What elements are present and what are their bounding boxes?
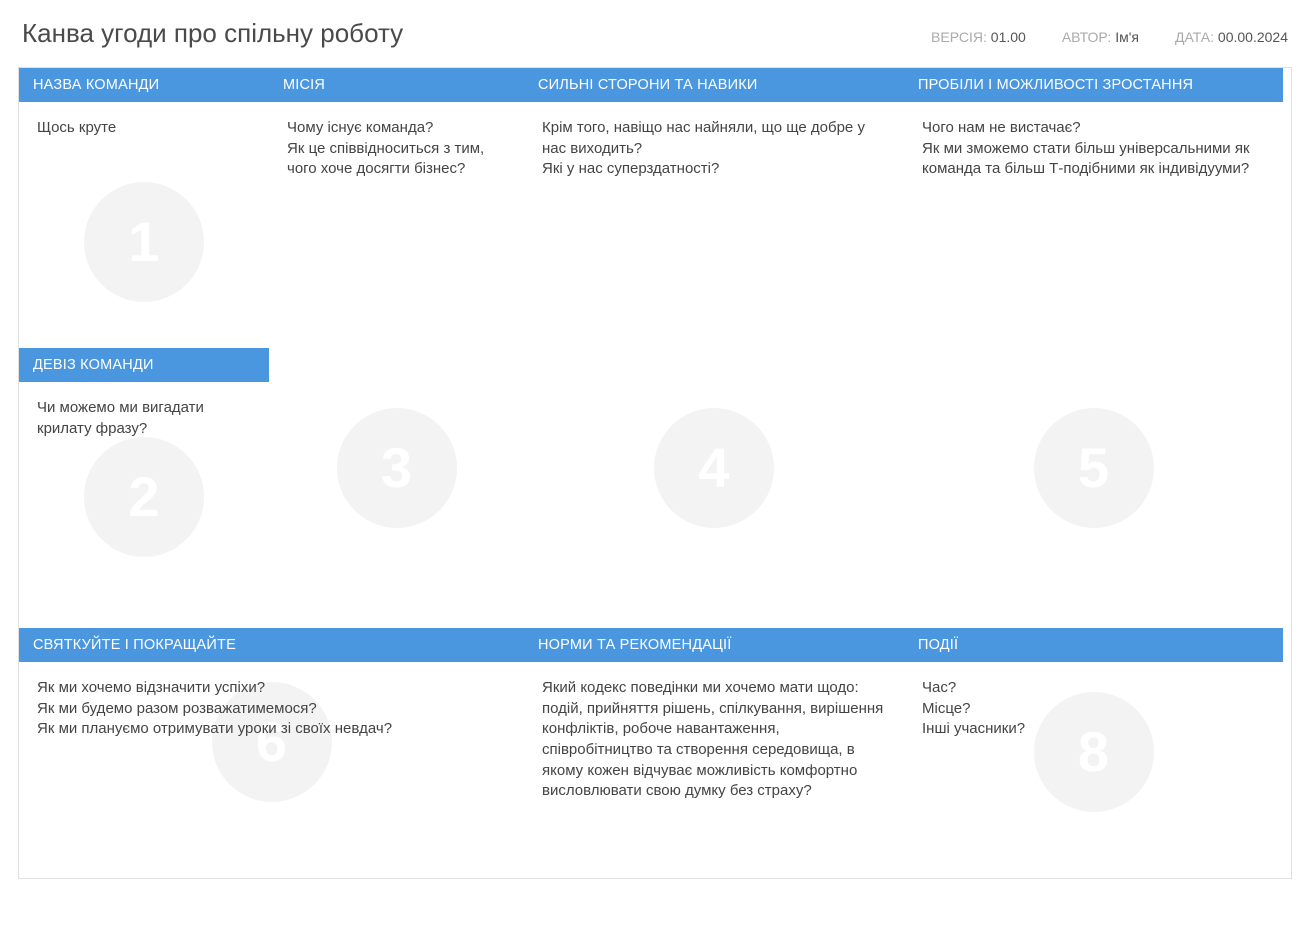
text-celebrate: Як ми хочемо відзначити успіхи? Як ми бу…	[37, 678, 506, 740]
cell-body-strengths: 4 Крім того, навіщо нас найняли, що ще д…	[524, 102, 904, 628]
cell-strengths: СИЛЬНІ СТОРОНИ ТА НАВИКИ 4 Крім того, на…	[524, 68, 904, 628]
canvas-grid: НАЗВА КОМАНДИ 1 Щось круте ДЕВІЗ КОМАНДИ…	[18, 67, 1292, 879]
version-value: 01.00	[991, 29, 1026, 45]
cell-header-gaps: ПРОБІЛИ І МОЖЛИВОСТІ ЗРОСТАННЯ	[904, 68, 1283, 102]
cell-body-celebrate: 6 Як ми хочемо відзначити успіхи? Як ми …	[19, 662, 524, 878]
watermark-3: 3	[337, 408, 457, 528]
text-team-name: Щось круте	[37, 118, 251, 139]
date-field: ДАТА: 00.00.2024	[1175, 29, 1288, 45]
author-value: Ім'я	[1115, 29, 1139, 45]
cell-celebrate: СВЯТКУЙТЕ І ПОКРАЩАЙТЕ 6 Як ми хочемо ві…	[19, 628, 524, 878]
cell-team-motto: ДЕВІЗ КОМАНДИ 2 Чи можемо ми вигадати кр…	[19, 348, 269, 628]
text-mission: Чому існує команда? Як це співвідноситьс…	[287, 118, 506, 180]
cell-header-events: ПОДІЇ	[904, 628, 1283, 662]
cell-norms: НОРМИ ТА РЕКОМЕНДАЦІЇ Який кодекс поведі…	[524, 628, 904, 878]
watermark-5: 5	[1034, 408, 1154, 528]
text-team-motto: Чи можемо ми вигадати крилату фразу?	[37, 398, 251, 439]
cell-header-team-name: НАЗВА КОМАНДИ	[19, 68, 269, 102]
cell-header-norms: НОРМИ ТА РЕКОМЕНДАЦІЇ	[524, 628, 904, 662]
page-title: Канва угоди про спільну роботу	[22, 18, 403, 49]
cell-body-team-name: 1 Щось круте	[19, 102, 269, 348]
watermark-1: 1	[84, 182, 204, 302]
cell-body-mission: 3 Чому існує команда? Як це співвідносит…	[269, 102, 524, 628]
cell-header-team-motto: ДЕВІЗ КОМАНДИ	[19, 348, 269, 382]
cell-body-team-motto: 2 Чи можемо ми вигадати крилату фразу?	[19, 382, 269, 628]
page-meta: ВЕРСІЯ: 01.00 АВТОР: Ім'я ДАТА: 00.00.20…	[931, 29, 1288, 45]
page-header: Канва угоди про спільну роботу ВЕРСІЯ: 0…	[18, 18, 1292, 49]
cell-mission: МІСІЯ 3 Чому існує команда? Як це співві…	[269, 68, 524, 628]
cell-body-norms: Який кодекс поведінки ми хочемо мати щод…	[524, 662, 904, 878]
text-events: Час? Місце? Інші учасники?	[922, 678, 1265, 740]
date-label: ДАТА:	[1175, 29, 1214, 45]
cell-gaps: ПРОБІЛИ І МОЖЛИВОСТІ ЗРОСТАННЯ 5 Чого на…	[904, 68, 1283, 628]
text-strengths: Крім того, навіщо нас найняли, що ще доб…	[542, 118, 886, 180]
watermark-2: 2	[84, 437, 204, 557]
version-field: ВЕРСІЯ: 01.00	[931, 29, 1026, 45]
cell-header-mission: МІСІЯ	[269, 68, 524, 102]
cell-team-name: НАЗВА КОМАНДИ 1 Щось круте	[19, 68, 269, 348]
version-label: ВЕРСІЯ:	[931, 29, 987, 45]
cell-events: ПОДІЇ 8 Час? Місце? Інші учасники?	[904, 628, 1283, 878]
date-value: 00.00.2024	[1218, 29, 1288, 45]
cell-body-events: 8 Час? Місце? Інші учасники?	[904, 662, 1283, 878]
cell-header-celebrate: СВЯТКУЙТЕ І ПОКРАЩАЙТЕ	[19, 628, 524, 662]
cell-body-gaps: 5 Чого нам не вистачає? Як ми зможемо ст…	[904, 102, 1283, 628]
cell-header-strengths: СИЛЬНІ СТОРОНИ ТА НАВИКИ	[524, 68, 904, 102]
author-field: АВТОР: Ім'я	[1062, 29, 1139, 45]
author-label: АВТОР:	[1062, 29, 1111, 45]
watermark-4: 4	[654, 408, 774, 528]
text-norms: Який кодекс поведінки ми хочемо мати щод…	[542, 678, 886, 802]
text-gaps: Чого нам не вистачає? Як ми зможемо стат…	[922, 118, 1265, 180]
